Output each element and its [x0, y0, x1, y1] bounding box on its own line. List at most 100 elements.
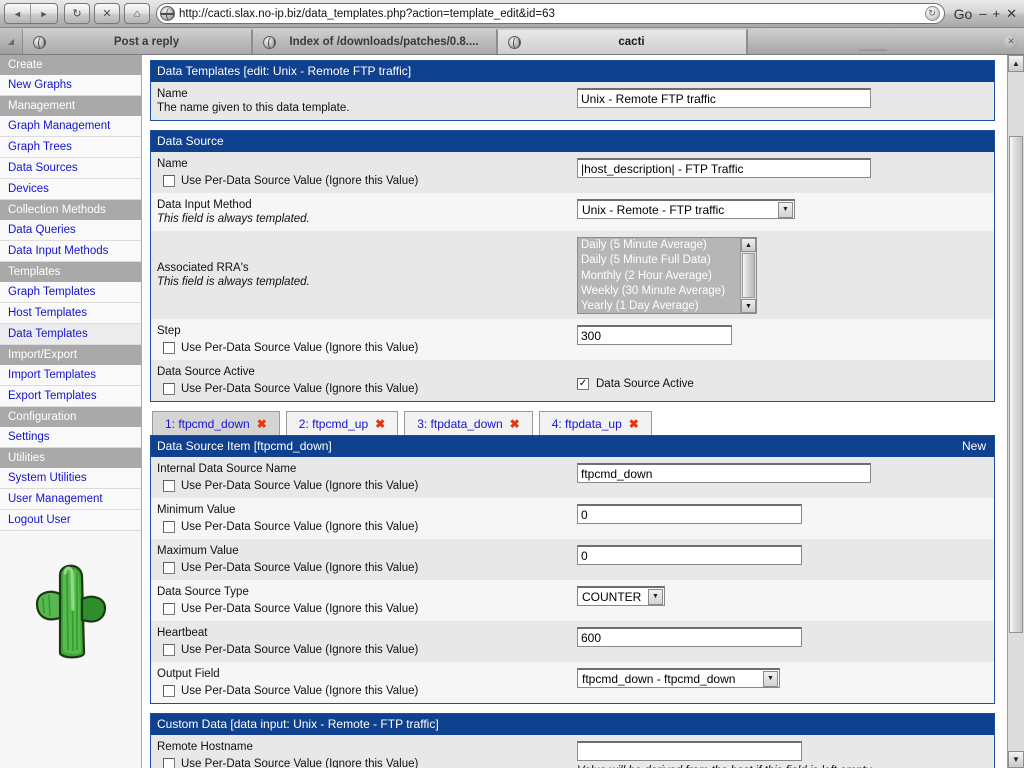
output-field-select[interactable]: ftpcmd_down - ftpcmd_down ▼: [577, 668, 780, 688]
scroll-up-icon[interactable]: ▲: [741, 238, 756, 252]
sidebar-item-system-utilities[interactable]: System Utilities: [0, 468, 141, 489]
sidebar-item-data-queries[interactable]: Data Queries: [0, 220, 141, 241]
rra-option[interactable]: Daily (5 Minute Average): [578, 238, 740, 253]
per-ds-checkbox-row[interactable]: Use Per-Data Source Value (Ignore this V…: [157, 479, 577, 493]
sidebar-item-graph-templates[interactable]: Graph Templates: [0, 282, 141, 303]
field-label-group: Data Source Active Use Per-Data Source V…: [157, 365, 577, 396]
data-source-item-tab-2[interactable]: 2: ftpcmd_up ✖: [285, 411, 399, 435]
url-reload-icon[interactable]: ↻: [924, 6, 940, 21]
scrollbar-thumb[interactable]: [1009, 136, 1023, 633]
window-maximize-button[interactable]: +: [990, 7, 1004, 20]
per-ds-checkbox[interactable]: [163, 562, 175, 574]
sidebar-item-graph-trees[interactable]: Graph Trees: [0, 137, 141, 158]
data-source-type-select[interactable]: COUNTER ▼: [577, 586, 665, 606]
rra-option-list[interactable]: Daily (5 Minute Average) Daily (5 Minute …: [578, 238, 740, 313]
tab-scroll-left-icon[interactable]: ◢: [0, 28, 22, 54]
heartbeat-input[interactable]: 600: [577, 627, 802, 647]
maximum-value-input[interactable]: 0: [577, 545, 802, 565]
per-ds-checkbox-row[interactable]: Use Per-Data Source Value (Ignore this V…: [157, 174, 577, 188]
data-source-active-checkbox-row[interactable]: ✓ Data Source Active: [577, 377, 994, 391]
field-row-data-input-method: Data Input Method This field is always t…: [151, 193, 994, 231]
go-button[interactable]: Go: [950, 6, 977, 22]
rra-option[interactable]: Yearly (1 Day Average): [578, 299, 740, 313]
remove-item-icon[interactable]: ✖: [375, 417, 385, 431]
sidebar-item-devices[interactable]: Devices: [0, 179, 141, 200]
scrollbar-thumb[interactable]: [742, 253, 755, 298]
sidebar-item-data-input-methods[interactable]: Data Input Methods: [0, 241, 141, 262]
internal-data-source-name-input[interactable]: ftpcmd_down: [577, 463, 871, 483]
per-ds-checkbox[interactable]: [163, 480, 175, 492]
sidebar-section-templates: Templates: [0, 262, 141, 282]
per-ds-checkbox-row[interactable]: Use Per-Data Source Value (Ignore this V…: [157, 382, 577, 396]
per-ds-checkbox[interactable]: [163, 603, 175, 615]
data-source-active-checkbox[interactable]: ✓: [577, 378, 589, 390]
remove-item-icon[interactable]: ✖: [257, 417, 267, 431]
home-button[interactable]: ⌂: [124, 3, 150, 24]
sidebar-item-export-templates[interactable]: Export Templates: [0, 386, 141, 407]
sidebar-item-logout-user[interactable]: Logout User: [0, 510, 141, 531]
reload-button[interactable]: ↻: [64, 3, 90, 24]
tab-close-button[interactable]: ✕: [998, 29, 1024, 54]
field-label-group: Name The name given to this data templat…: [157, 87, 577, 115]
page-scrollbar[interactable]: ▲ ▼: [1007, 55, 1024, 768]
url-bar[interactable]: http://cacti.slax.no-ip.biz/data_templat…: [156, 3, 945, 24]
stop-button[interactable]: ✕: [94, 3, 120, 24]
per-ds-checkbox-row[interactable]: Use Per-Data Source Value (Ignore this V…: [157, 684, 577, 698]
field-row-heartbeat: Heartbeat Use Per-Data Source Value (Igno…: [151, 621, 994, 662]
sidebar-item-host-templates[interactable]: Host Templates: [0, 303, 141, 324]
rra-option[interactable]: Daily (5 Minute Full Data): [578, 253, 740, 268]
ds-name-input[interactable]: |host_description| - FTP Traffic: [577, 158, 871, 178]
per-ds-checkbox-row[interactable]: Use Per-Data Source Value (Ignore this V…: [157, 341, 577, 355]
rra-option[interactable]: Weekly (30 Minute Average): [578, 284, 740, 299]
browser-tab-index-of-downloads[interactable]: Index of /downloads/patches/0.8....: [252, 29, 497, 54]
sidebar-item-data-templates[interactable]: Data Templates: [0, 324, 141, 345]
window-minimize-button[interactable]: –: [976, 7, 989, 20]
per-ds-checkbox[interactable]: [163, 383, 175, 395]
browser-tab-cacti[interactable]: cacti: [497, 29, 747, 54]
sidebar-item-new-graphs[interactable]: New Graphs: [0, 75, 141, 96]
globe-icon: [508, 35, 521, 49]
new-link[interactable]: New: [962, 439, 986, 453]
rra-option[interactable]: Monthly (2 Hour Average): [578, 269, 740, 284]
listbox-scrollbar[interactable]: ▲ ▼: [740, 238, 756, 313]
scroll-down-icon[interactable]: ▼: [1008, 751, 1024, 768]
data-source-item-tab-3[interactable]: 3: ftpdata_down ✖: [404, 411, 533, 435]
per-ds-checkbox-row[interactable]: Use Per-Data Source Value (Ignore this V…: [157, 757, 577, 768]
field-label: Minimum Value: [157, 504, 236, 516]
per-ds-checkbox[interactable]: [163, 342, 175, 354]
sidebar-item-data-sources[interactable]: Data Sources: [0, 158, 141, 179]
template-name-input[interactable]: Unix - Remote FTP traffic: [577, 88, 871, 108]
per-ds-checkbox-row[interactable]: Use Per-Data Source Value (Ignore this V…: [157, 643, 577, 657]
per-ds-checkbox-row[interactable]: Use Per-Data Source Value (Ignore this V…: [157, 520, 577, 534]
sidebar-item-user-management[interactable]: User Management: [0, 489, 141, 510]
data-source-item-tab-1[interactable]: 1: ftpcmd_down ✖: [152, 411, 280, 435]
step-input[interactable]: 300: [577, 325, 732, 345]
per-ds-checkbox[interactable]: [163, 758, 175, 768]
scroll-up-icon[interactable]: ▲: [1008, 55, 1024, 72]
window-close-button[interactable]: ✕: [1003, 7, 1020, 20]
scroll-down-icon[interactable]: ▼: [741, 299, 756, 313]
minimum-value-input[interactable]: 0: [577, 504, 802, 524]
data-input-method-select[interactable]: Unix - Remote - FTP traffic ▼: [577, 199, 795, 219]
browser-tab-post-a-reply[interactable]: Post a reply: [22, 29, 252, 54]
sidebar-item-settings[interactable]: Settings: [0, 427, 141, 448]
field-label-group: Maximum Value Use Per-Data Source Value (…: [157, 544, 577, 575]
field-description: This field is always templated.: [157, 213, 310, 225]
scrollbar-track[interactable]: [1008, 72, 1024, 751]
per-ds-checkbox[interactable]: [163, 175, 175, 187]
per-ds-checkbox[interactable]: [163, 644, 175, 656]
data-source-item-tab-4[interactable]: 4: ftpdata_up ✖: [538, 411, 652, 435]
back-button[interactable]: ◄: [5, 4, 31, 23]
associated-rras-listbox[interactable]: Daily (5 Minute Average) Daily (5 Minute …: [577, 237, 757, 314]
per-ds-checkbox-row[interactable]: Use Per-Data Source Value (Ignore this V…: [157, 602, 577, 616]
per-ds-checkbox[interactable]: [163, 685, 175, 697]
back-forward-group[interactable]: ◄ ►: [4, 3, 58, 24]
remove-item-icon[interactable]: ✖: [629, 417, 639, 431]
per-ds-checkbox[interactable]: [163, 521, 175, 533]
forward-button[interactable]: ►: [31, 4, 57, 23]
per-ds-checkbox-row[interactable]: Use Per-Data Source Value (Ignore this V…: [157, 561, 577, 575]
sidebar-item-graph-management[interactable]: Graph Management: [0, 116, 141, 137]
remote-hostname-input[interactable]: [577, 741, 802, 761]
sidebar-item-import-templates[interactable]: Import Templates: [0, 365, 141, 386]
remove-item-icon[interactable]: ✖: [510, 417, 520, 431]
